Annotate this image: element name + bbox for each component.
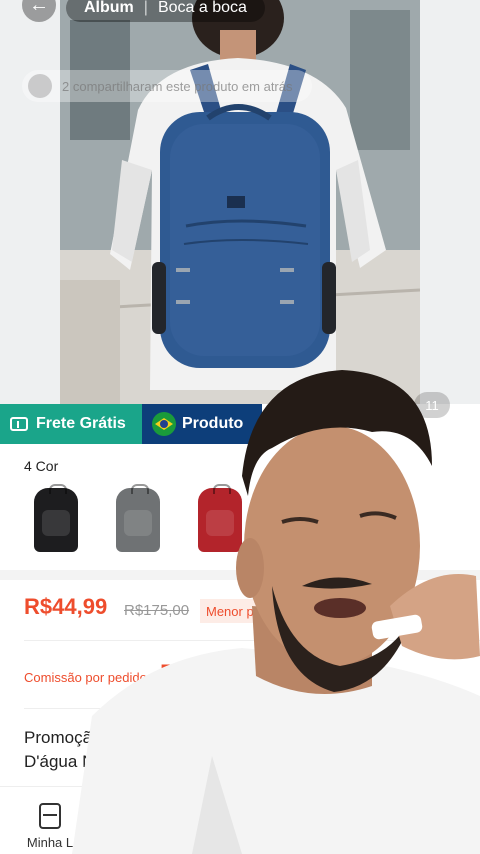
product-screen: ← Álbum | Boca a boca 2 compartilharam e… (0, 0, 480, 854)
tab-word-of-mouth[interactable]: Boca a boca (158, 0, 247, 17)
share-notification: 2 compartilharam este produto em atrás (22, 70, 312, 102)
product-image-carousel[interactable]: ← Álbum | Boca a boca 2 compartilharam e… (0, 0, 480, 418)
product-photo (60, 0, 420, 404)
ticket-icon (10, 417, 28, 431)
media-tabs: Álbum | Boca a boca (66, 0, 265, 22)
store-icon (39, 803, 61, 829)
tab-album[interactable]: Álbum (84, 0, 134, 17)
creator-webcam-overlay (72, 370, 480, 854)
my-store-label: Minha L (26, 835, 74, 850)
color-count-label: 4 Cor (24, 458, 59, 474)
user-avatar-icon (28, 74, 52, 98)
share-notification-text: 2 compartilharam este produto em atrás (62, 78, 293, 94)
my-store-button[interactable]: Minha L (20, 803, 80, 850)
back-arrow-icon[interactable]: ← (22, 0, 56, 22)
tab-separator: | (143, 0, 148, 16)
